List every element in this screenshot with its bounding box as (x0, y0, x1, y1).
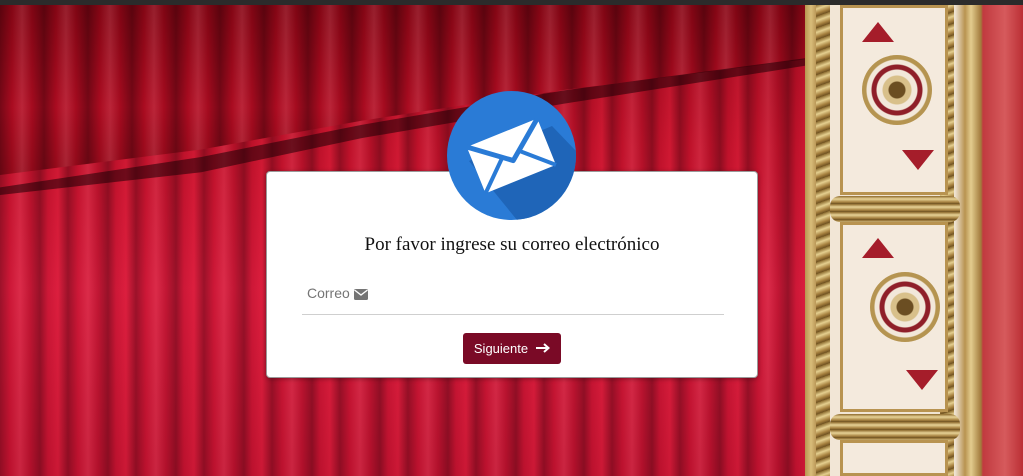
ornament-triangle (862, 22, 894, 42)
ornament-band (830, 414, 960, 440)
envelope-small-icon (354, 287, 368, 305)
ornament-triangle (902, 150, 934, 170)
ornament-triangle (906, 370, 938, 390)
email-field-wrapper: Correo (302, 280, 724, 315)
email-label: Correo (307, 285, 350, 301)
ornament-band (830, 196, 960, 222)
envelope-icon (447, 91, 576, 220)
ornament-panel-bottom (840, 440, 948, 476)
next-button[interactable]: Siguiente (463, 333, 561, 364)
ornament-triangle (862, 238, 894, 258)
rope-molding-left (816, 5, 830, 476)
next-button-label: Siguiente (473, 341, 529, 356)
ornament-medallion (870, 272, 940, 342)
card-title: Por favor ingrese su correo electrónico (364, 234, 660, 255)
arrow-right-icon (536, 341, 551, 356)
ornament-medallion (862, 55, 932, 125)
